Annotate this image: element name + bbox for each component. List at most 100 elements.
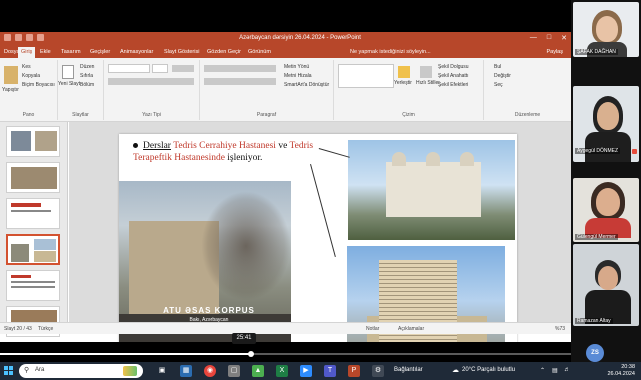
- shape-outline-button[interactable]: Şekil Anahattı: [438, 73, 469, 79]
- slide-thumbnails[interactable]: [0, 122, 68, 337]
- dome-shape: [460, 152, 474, 166]
- text-direction-button[interactable]: Metin Yönü: [284, 64, 309, 70]
- paste-button[interactable]: Yapıştır: [2, 87, 19, 93]
- settings-icon[interactable]: ⚙: [372, 365, 384, 377]
- shape-fill-button[interactable]: Şekil Dolgusu: [438, 64, 469, 70]
- participant-name: ŞAFAK DAĞHAN: [575, 49, 618, 55]
- status-bar: Slayt 20 / 43 Türkçe Notlar Açıklamalar …: [0, 322, 571, 334]
- format-painter-button[interactable]: Biçim Boyacısı: [22, 82, 55, 88]
- network-icon[interactable]: ▤: [552, 367, 558, 374]
- system-clock[interactable]: 20:38 26.04.2024: [607, 364, 635, 378]
- participant-tile[interactable]: Aygegül DÖNMEZ: [573, 86, 639, 162]
- tab-animasyonlar[interactable]: Animasyonlar: [120, 49, 153, 55]
- teams-icon[interactable]: T: [324, 365, 336, 377]
- tab-gorunum[interactable]: Görünüm: [248, 49, 271, 55]
- shapes-gallery[interactable]: [338, 64, 394, 88]
- close-icon[interactable]: ✕: [561, 34, 567, 42]
- reset-button[interactable]: Sıfırla: [80, 73, 93, 79]
- list-buttons[interactable]: [204, 65, 276, 72]
- paste-icon[interactable]: [4, 66, 18, 84]
- slide-thumbnail[interactable]: [6, 126, 60, 157]
- weather-widget[interactable]: 20°C Parçalı bulutlu: [462, 367, 515, 373]
- cut-button[interactable]: Kes: [22, 64, 31, 70]
- app-icon[interactable]: ▲: [252, 365, 264, 377]
- font-size-field[interactable]: [152, 64, 168, 73]
- tab-slayt-gosterisi[interactable]: Slayt Gösterisi: [164, 49, 199, 55]
- select-button[interactable]: Seç: [494, 82, 503, 88]
- volume-icon[interactable]: ♬: [564, 367, 570, 373]
- slide-thumbnail[interactable]: [6, 162, 60, 193]
- replace-button[interactable]: Değiştir: [494, 73, 511, 79]
- quick-styles-button[interactable]: Hızlı Stiller: [416, 80, 440, 86]
- progress-handle[interactable]: [248, 351, 255, 357]
- task-view-icon[interactable]: ▣: [156, 365, 168, 377]
- slide-canvas[interactable]: Derslar Tedris Cerrahiye Hastanesi ve Te…: [69, 122, 571, 342]
- comments-button[interactable]: Açıklamalar: [398, 326, 424, 332]
- tab-gecisler[interactable]: Geçişler: [90, 49, 110, 55]
- group-yazi-tipi: Yazı Tipi: [104, 60, 200, 120]
- participant-name: Ramazan Altay: [575, 318, 613, 324]
- zoom-level[interactable]: %73: [555, 326, 565, 332]
- notes-button[interactable]: Notlar: [366, 326, 379, 332]
- new-slide-button[interactable]: Yeni Slayt: [58, 81, 80, 87]
- tray-arrow-icon[interactable]: ⌃: [540, 367, 545, 374]
- surgical-hospital-photo[interactable]: [348, 140, 515, 240]
- arrange-button[interactable]: Yerleştir: [394, 80, 412, 86]
- minimize-icon[interactable]: —: [530, 34, 537, 42]
- present-icon[interactable]: [37, 34, 44, 41]
- screen: Azərbaycan dərsiyin 26.04.2024 - PowerPo…: [0, 0, 641, 380]
- section-button[interactable]: Bölüm: [80, 82, 94, 88]
- copy-button[interactable]: Kopyala: [22, 73, 40, 79]
- find-button[interactable]: Bul: [494, 64, 501, 70]
- participant-tile[interactable]: ŞAFAK DAĞHAN: [573, 2, 639, 57]
- align-text-button[interactable]: Metni Hizala: [284, 73, 312, 79]
- bullet-text[interactable]: Derslar Tedris Cerrahiye Hastanesi ve Te…: [133, 140, 343, 164]
- group-label: Düzenleme: [514, 112, 541, 118]
- excel-icon[interactable]: X: [276, 365, 288, 377]
- redo-icon[interactable]: [26, 34, 33, 41]
- slide-thumbnail[interactable]: [6, 198, 60, 229]
- font-name-field[interactable]: [108, 64, 150, 73]
- app-icon[interactable]: ▢: [228, 365, 240, 377]
- language-indicator[interactable]: Türkçe: [38, 326, 53, 332]
- zoom-icon[interactable]: ▶: [300, 365, 312, 377]
- quick-styles-icon[interactable]: [420, 66, 432, 78]
- current-slide[interactable]: Derslar Tedris Cerrahiye Hastanesi ve Te…: [119, 134, 517, 342]
- share-button[interactable]: Paylaş: [546, 49, 563, 55]
- video-progress-bar[interactable]: [0, 351, 571, 357]
- tab-gozden-gecir[interactable]: Gözden Geçir: [207, 49, 241, 55]
- font-style-buttons[interactable]: [108, 78, 194, 85]
- arrange-icon[interactable]: [398, 66, 410, 78]
- start-icon[interactable]: [4, 366, 14, 376]
- slide-thumbnail-selected[interactable]: [6, 234, 60, 265]
- tab-giris[interactable]: Giriş: [18, 47, 36, 58]
- participant-tile[interactable]: Gülengül Mermer: [573, 178, 639, 242]
- tab-tasarim[interactable]: Tasarım: [61, 49, 81, 55]
- convert-smartart-button[interactable]: SmartArt'a Dönüştür: [284, 82, 329, 88]
- window-controls: — □ ✕: [530, 34, 567, 42]
- layout-button[interactable]: Düzen: [80, 64, 94, 70]
- window-title: Azərbaycan dərsiyin 26.04.2024 - PowerPo…: [239, 35, 361, 41]
- ribbon: Yapıştır Kes Kopyala Biçim Boyacısı Pano…: [0, 58, 571, 122]
- maximize-icon[interactable]: □: [547, 34, 551, 42]
- align-buttons[interactable]: [204, 78, 276, 85]
- tab-ekle[interactable]: Ekle: [40, 49, 51, 55]
- undo-icon[interactable]: [15, 34, 22, 41]
- file-explorer-icon[interactable]: ▦: [180, 365, 192, 377]
- save-icon[interactable]: [4, 34, 11, 41]
- participant-avatar-badge[interactable]: ZS: [586, 344, 604, 362]
- clock-date: 26.04.2024: [607, 371, 635, 377]
- slide-thumbnail[interactable]: [6, 270, 60, 301]
- taskbar-search[interactable]: ⚲ Ara: [19, 364, 143, 378]
- university-building-photo[interactable]: ATU ƏSAS KORPUS Bakı, Azərbaycan: [119, 181, 291, 342]
- news-widget[interactable]: Bağlantılar: [394, 367, 423, 373]
- chrome-icon[interactable]: ◉: [204, 365, 216, 377]
- group-label: Çizim: [402, 112, 415, 118]
- participant-tile[interactable]: Ramazan Altay: [573, 244, 639, 326]
- tell-me-search[interactable]: Ne yapmak istediğinizi söyleyin...: [350, 49, 431, 55]
- font-size-buttons[interactable]: [172, 65, 194, 72]
- face-shape: [596, 16, 618, 42]
- powerpoint-icon[interactable]: P: [348, 365, 360, 377]
- new-slide-icon[interactable]: [62, 65, 74, 79]
- shape-effects-button[interactable]: Şekil Efektleri: [438, 82, 468, 88]
